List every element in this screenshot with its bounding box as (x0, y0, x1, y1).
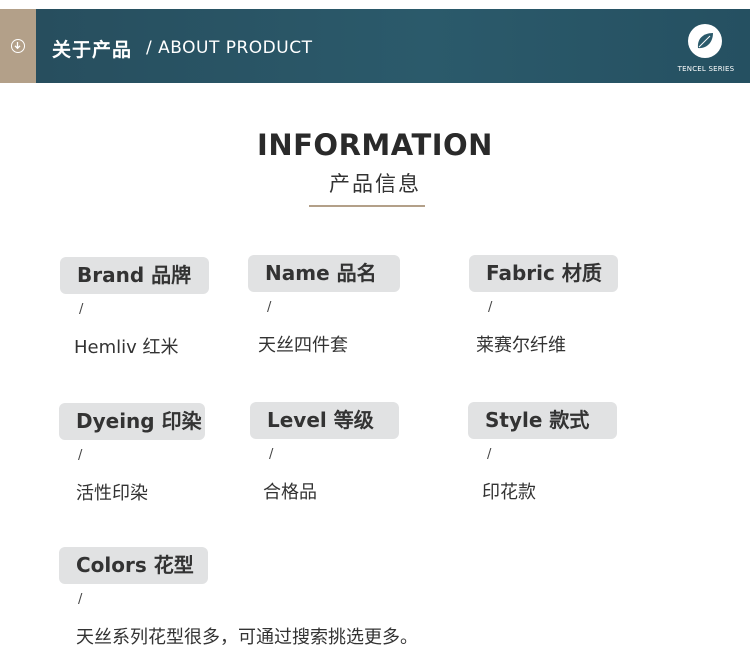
tencel-leaf-logo-icon (688, 24, 722, 58)
info-label: Level 等级 (250, 402, 399, 439)
header-subtitle: / ABOUT PRODUCT (146, 38, 313, 58)
header-title: 关于产品 (52, 39, 133, 61)
separator: / (78, 592, 83, 607)
info-item-fabric: Fabric 材质 / 莱赛尔纤维 (469, 255, 618, 356)
info-label: Fabric 材质 (469, 255, 618, 292)
separator: / (267, 300, 272, 315)
logo-text: TENCEL SERIES (677, 65, 735, 73)
info-item-colors: Colors 花型 / 天丝系列花型很多，可通过搜索挑选更多。 (59, 547, 418, 648)
info-item-brand: Brand 品牌 / Hemliv 红米 (60, 257, 209, 358)
info-value: 合格品 (263, 482, 317, 503)
info-value: 天丝系列花型很多，可通过搜索挑选更多。 (76, 627, 418, 648)
section-title-en: INFORMATION (257, 128, 493, 162)
info-label: Style 款式 (468, 402, 617, 439)
separator: / (78, 448, 83, 463)
section-title-cn: 产品信息 (329, 172, 421, 196)
info-item-dyeing: Dyeing 印染 / 活性印染 (59, 403, 205, 504)
info-value: 莱赛尔纤维 (476, 335, 566, 356)
separator: / (487, 447, 492, 462)
scroll-down-tab[interactable] (0, 9, 36, 83)
title-underline (309, 205, 425, 207)
separator: / (79, 302, 84, 317)
info-item-style: Style 款式 / 印花款 (468, 402, 617, 503)
page-header: 关于产品 / ABOUT PRODUCT TENCEL SERIES (0, 9, 750, 83)
info-value: Hemliv 红米 (74, 337, 179, 358)
separator: / (488, 300, 493, 315)
info-label: Dyeing 印染 (59, 403, 205, 440)
header-bar: 关于产品 / ABOUT PRODUCT TENCEL SERIES (36, 9, 750, 83)
separator: / (269, 447, 274, 462)
info-label: Colors 花型 (59, 547, 208, 584)
info-value: 印花款 (482, 482, 536, 503)
info-label: Name 品名 (248, 255, 400, 292)
info-label: Brand 品牌 (60, 257, 209, 294)
info-item-name: Name 品名 / 天丝四件套 (248, 255, 400, 356)
info-item-level: Level 等级 / 合格品 (250, 402, 399, 503)
info-value: 天丝四件套 (258, 335, 348, 356)
arrow-down-circle-icon[interactable] (11, 39, 25, 53)
info-value: 活性印染 (76, 483, 148, 504)
